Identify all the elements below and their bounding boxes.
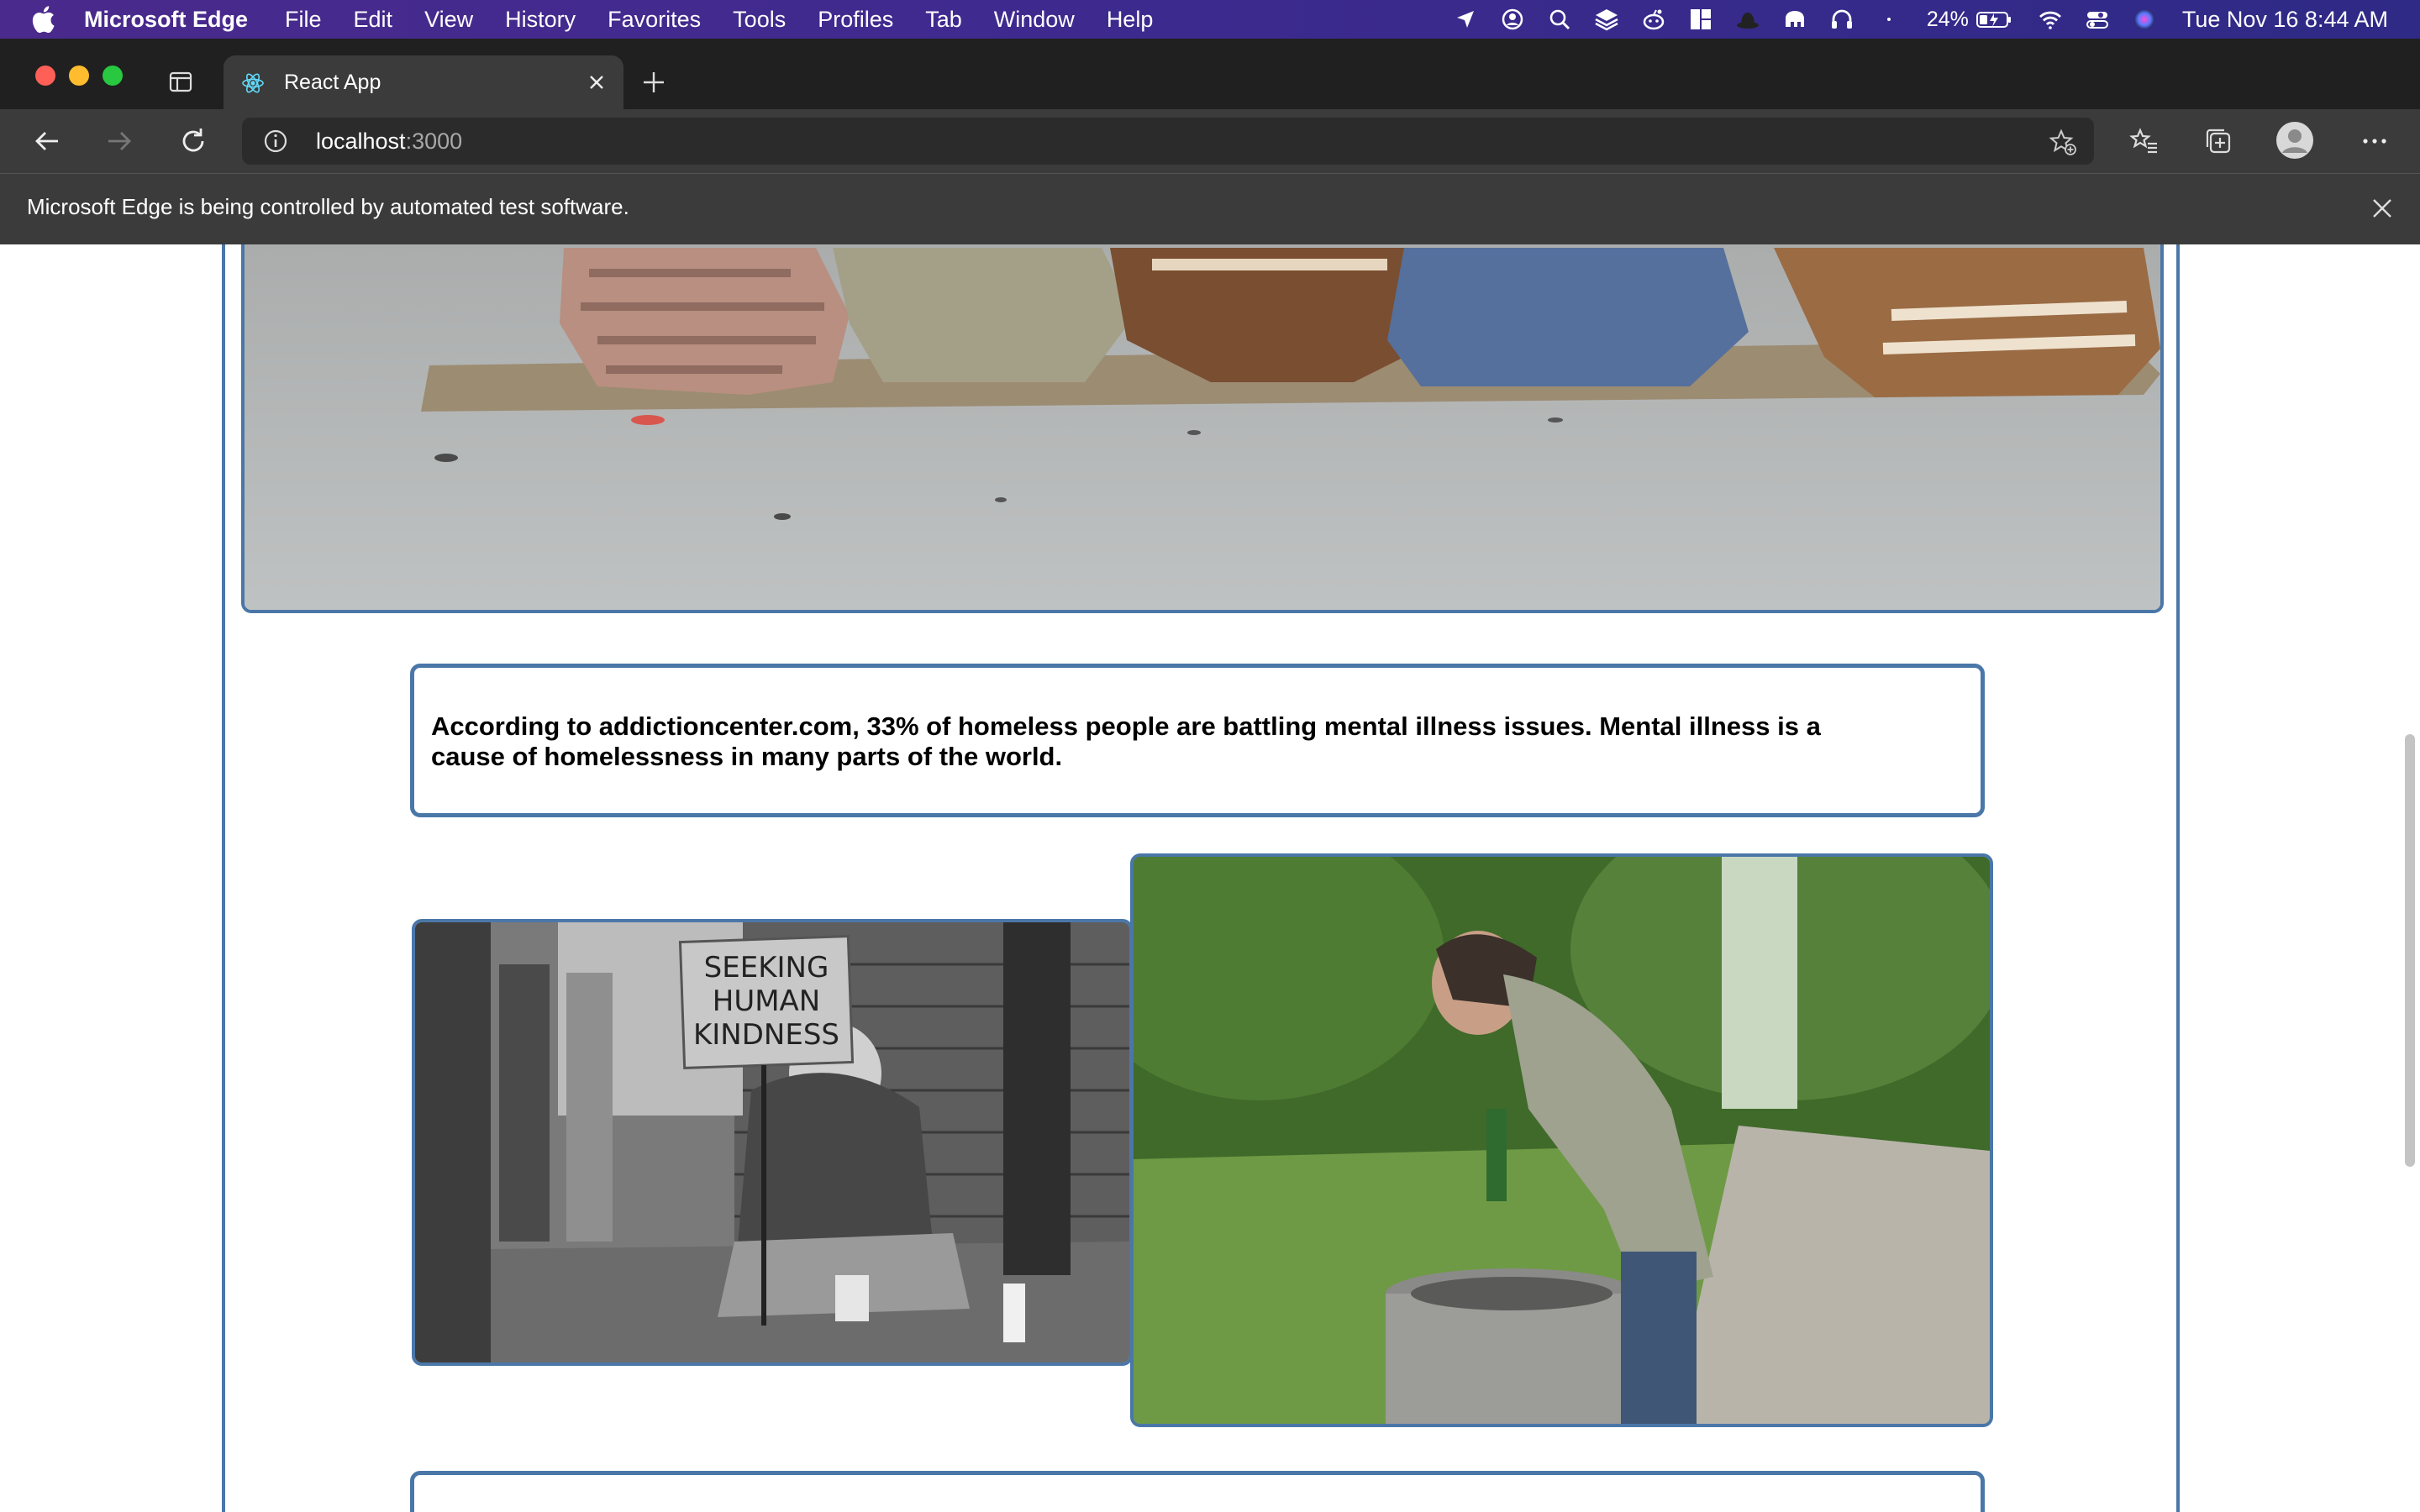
hero-photo <box>241 244 2164 613</box>
user-circle-icon[interactable] <box>1500 7 1525 32</box>
browser-toolbar: localhost:3000 <box>0 109 2420 173</box>
more-options-icon[interactable] <box>2360 126 2390 156</box>
menu-favorites[interactable]: Favorites <box>608 7 701 33</box>
seeking-kindness-image: SEEKING HUMAN KINDNESS <box>415 922 1129 1362</box>
forward-arrow-icon[interactable] <box>104 126 134 156</box>
favorites-icon[interactable] <box>2129 126 2160 156</box>
apple-menu-icon[interactable] <box>30 5 55 34</box>
hero-photo-image <box>245 244 2160 610</box>
site-info-icon[interactable] <box>262 128 289 155</box>
statistic-card: According to addictioncenter.com, 33% of… <box>410 664 1985 817</box>
next-content-card <box>410 1471 1985 1512</box>
seeking-kindness-photo: SEEKING HUMAN KINDNESS <box>412 919 1133 1366</box>
menu-edit[interactable]: Edit <box>354 7 393 33</box>
battery-percentage[interactable]: 24% <box>1927 8 1969 32</box>
sign-line-2: HUMAN <box>713 984 820 1018</box>
menu-history[interactable]: History <box>505 7 576 33</box>
menu-app-name[interactable]: Microsoft Edge <box>84 7 248 33</box>
park-man-image <box>1134 857 1990 1424</box>
address-bar[interactable]: localhost:3000 <box>242 118 2094 165</box>
menubar-clock[interactable]: Tue Nov 16 8:44 AM <box>2182 7 2388 33</box>
automation-infobar: Microsoft Edge is being controlled by au… <box>0 173 2420 245</box>
spotlight-search-icon[interactable] <box>1547 7 1572 32</box>
page-viewport: According to addictioncenter.com, 33% of… <box>0 244 2420 1512</box>
react-logo-icon <box>242 73 264 93</box>
statistic-text: According to addictioncenter.com, 33% of… <box>431 711 1821 771</box>
window-close-button[interactable] <box>35 66 55 86</box>
siri-icon[interactable] <box>2132 7 2157 32</box>
page-scrollbar[interactable] <box>2405 734 2415 1167</box>
dot-indicator-icon <box>1876 7 1902 32</box>
layers-icon[interactable] <box>1594 7 1619 32</box>
infobar-message: Microsoft Edge is being controlled by au… <box>27 194 629 219</box>
park-man-photo <box>1130 853 1993 1427</box>
elephant-icon[interactable] <box>1782 7 1807 32</box>
bowler-hat-icon[interactable] <box>1735 7 1760 32</box>
new-tab-icon[interactable] <box>640 69 667 96</box>
menu-profiles[interactable]: Profiles <box>818 7 893 33</box>
sign-line-3: KINDNESS <box>693 1018 839 1052</box>
menu-file[interactable]: File <box>285 7 322 33</box>
control-center-icon[interactable] <box>2085 7 2110 32</box>
window-layout-icon[interactable] <box>1688 7 1713 32</box>
wifi-icon[interactable] <box>2038 7 2063 32</box>
back-arrow-icon[interactable] <box>32 126 62 156</box>
menu-tab[interactable]: Tab <box>925 7 962 33</box>
url-text[interactable]: localhost:3000 <box>316 129 462 155</box>
reddit-icon[interactable] <box>1641 7 1666 32</box>
profile-avatar-icon[interactable] <box>2275 121 2314 160</box>
reload-icon[interactable] <box>178 126 208 156</box>
location-arrow-icon[interactable] <box>1453 7 1478 32</box>
add-favorite-icon[interactable] <box>2049 128 2077 156</box>
menu-view[interactable]: View <box>424 7 473 33</box>
window-zoom-button[interactable] <box>103 66 123 86</box>
url-host: localhost <box>316 129 406 154</box>
collections-icon[interactable] <box>2203 126 2233 156</box>
headset-icon[interactable] <box>1829 7 1854 32</box>
browser-tab-strip: React App <box>0 39 2420 109</box>
battery-charging-icon[interactable] <box>1975 7 2012 32</box>
tab-actions-icon[interactable] <box>168 69 193 94</box>
close-tab-icon[interactable] <box>585 71 608 94</box>
url-port: :3000 <box>405 129 463 154</box>
menu-tools[interactable]: Tools <box>733 7 786 33</box>
tab-title: React App <box>284 71 381 94</box>
menu-help[interactable]: Help <box>1107 7 1154 33</box>
close-infobar-icon[interactable] <box>2370 196 2395 221</box>
active-tab[interactable]: React App <box>224 55 623 109</box>
sign-line-1: SEEKING <box>704 951 829 984</box>
menu-window[interactable]: Window <box>994 7 1075 33</box>
window-minimize-button[interactable] <box>69 66 89 86</box>
macos-menubar: Microsoft Edge File Edit View History Fa… <box>0 0 2420 39</box>
